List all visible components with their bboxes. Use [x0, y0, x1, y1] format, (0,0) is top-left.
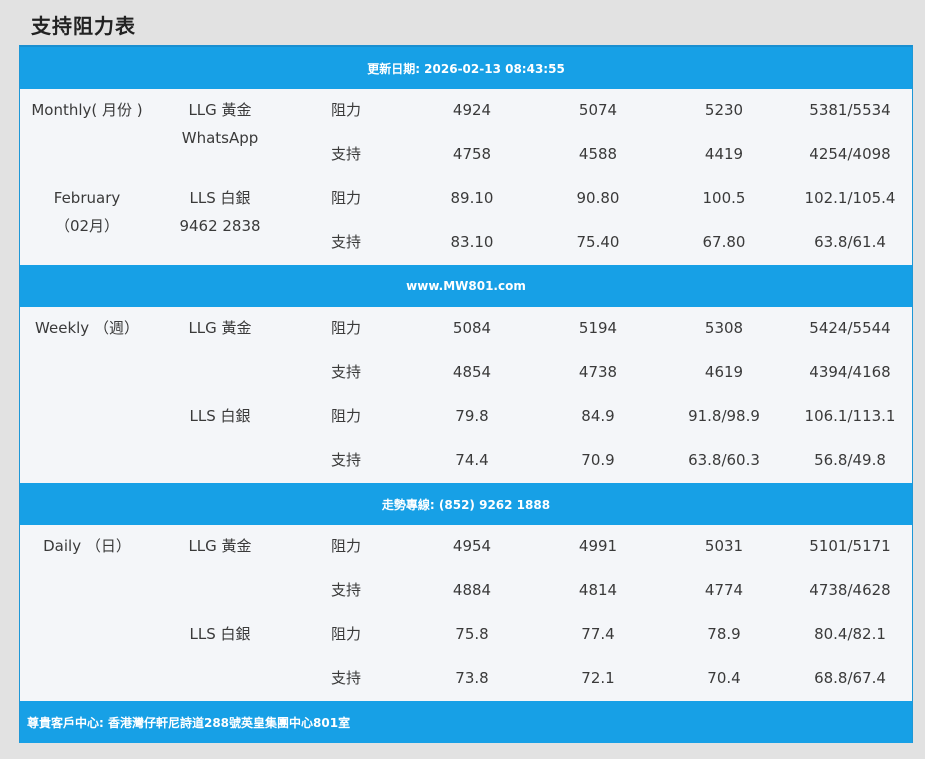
value-cell: 5424/5544 [809, 319, 891, 337]
silver-label: LLS 白銀 [189, 189, 251, 207]
gold-label: LLG 黃金 [188, 101, 252, 119]
value-cell: 78.9 [707, 625, 741, 643]
value-cell: 74.4 [455, 451, 489, 469]
value-cell: 84.9 [581, 407, 615, 425]
value-cell: 4924 [452, 101, 492, 119]
value-cell: 4954 [452, 537, 492, 555]
gold-label: LLG 黃金 [188, 319, 252, 337]
value-cell: 5084 [452, 319, 492, 337]
row-type: 支持 [330, 669, 361, 687]
monthly-section: Monthly( 月份 ) February （02月） LLG 黃金 What… [20, 89, 912, 265]
value-cell: 5074 [578, 101, 618, 119]
support-resistance-table: 更新日期: 2026-02-13 08:43:55 Monthly( 月份 ) … [19, 45, 913, 743]
value-cell: 80.4/82.1 [814, 625, 886, 643]
value-cell: 72.1 [581, 669, 615, 687]
value-cell: 4854 [452, 363, 492, 381]
daily-section: Daily （日） LLG 黃金 LLS 白銀 阻力 4954 4991 503… [20, 525, 912, 701]
value-cell: 4619 [704, 363, 744, 381]
value-cell: 89.10 [450, 189, 494, 207]
period-month-number: （02月） [54, 217, 120, 235]
value-cell: 90.80 [576, 189, 620, 207]
value-cell: 5101/5171 [809, 537, 891, 555]
value-cell: 4758 [452, 145, 492, 163]
value-cell: 4419 [704, 145, 744, 163]
value-cell: 4738/4628 [809, 581, 891, 599]
row-type: 支持 [330, 581, 361, 599]
value-cell: 5230 [704, 101, 744, 119]
value-cell: 5381/5534 [809, 101, 891, 119]
value-cell: 4588 [578, 145, 618, 163]
value-cell: 4991 [578, 537, 618, 555]
value-cell: 56.8/49.8 [814, 451, 886, 469]
weekly-section: Weekly （週） LLG 黃金 LLS 白銀 阻力 5084 5194 53… [20, 307, 912, 483]
website-banner[interactable]: www.MW801.com [20, 265, 912, 307]
value-cell: 4814 [578, 581, 618, 599]
value-cell: 5308 [704, 319, 744, 337]
period-label: Weekly （週） [35, 319, 139, 337]
page-title: 支持阻力表 [31, 14, 136, 38]
value-cell: 106.1/113.1 [804, 407, 896, 425]
gold-label: LLG 黃金 [188, 537, 252, 555]
row-type: 阻力 [330, 319, 361, 337]
value-cell: 63.8/61.4 [814, 233, 886, 251]
value-cell: 73.8 [455, 669, 489, 687]
address-banner: 尊貴客戶中心: 香港灣仔軒尼詩道288號英皇集團中心801室 [20, 701, 912, 743]
value-cell: 4254/4098 [809, 145, 891, 163]
row-type: 支持 [330, 233, 361, 251]
value-cell: 70.4 [707, 669, 741, 687]
row-type: 阻力 [330, 407, 361, 425]
value-cell: 67.80 [702, 233, 746, 251]
row-type: 阻力 [330, 537, 361, 555]
value-cell: 4394/4168 [809, 363, 891, 381]
silver-label: LLS 白銀 [189, 625, 251, 643]
silver-label: LLS 白銀 [189, 407, 251, 425]
hotline-banner: 走勢專線: (852) 9262 1888 [20, 483, 912, 525]
row-type: 阻力 [330, 625, 361, 643]
value-cell: 63.8/60.3 [688, 451, 760, 469]
value-cell: 4884 [452, 581, 492, 599]
value-cell: 4738 [578, 363, 618, 381]
period-label: Monthly( 月份 ) [31, 101, 143, 119]
value-cell: 68.8/67.4 [814, 669, 886, 687]
phone-number: 9462 2838 [179, 217, 261, 235]
row-type: 支持 [330, 145, 361, 163]
value-cell: 75.8 [455, 625, 489, 643]
value-cell: 79.8 [455, 407, 489, 425]
value-cell: 102.1/105.4 [804, 189, 896, 207]
value-cell: 83.10 [450, 233, 494, 251]
whatsapp-label: WhatsApp [181, 129, 259, 147]
value-cell: 91.8/98.9 [688, 407, 760, 425]
value-cell: 100.5 [702, 189, 746, 207]
value-cell: 5194 [578, 319, 618, 337]
row-type: 阻力 [330, 101, 361, 119]
period-month: February [53, 189, 121, 207]
row-type: 支持 [330, 451, 361, 469]
row-type: 阻力 [330, 189, 361, 207]
value-cell: 77.4 [581, 625, 615, 643]
value-cell: 5031 [704, 537, 744, 555]
row-type: 支持 [330, 363, 361, 381]
period-label: Daily （日） [43, 537, 131, 555]
value-cell: 70.9 [581, 451, 615, 469]
value-cell: 75.40 [576, 233, 620, 251]
update-date-banner: 更新日期: 2026-02-13 08:43:55 [20, 47, 912, 89]
value-cell: 4774 [704, 581, 744, 599]
